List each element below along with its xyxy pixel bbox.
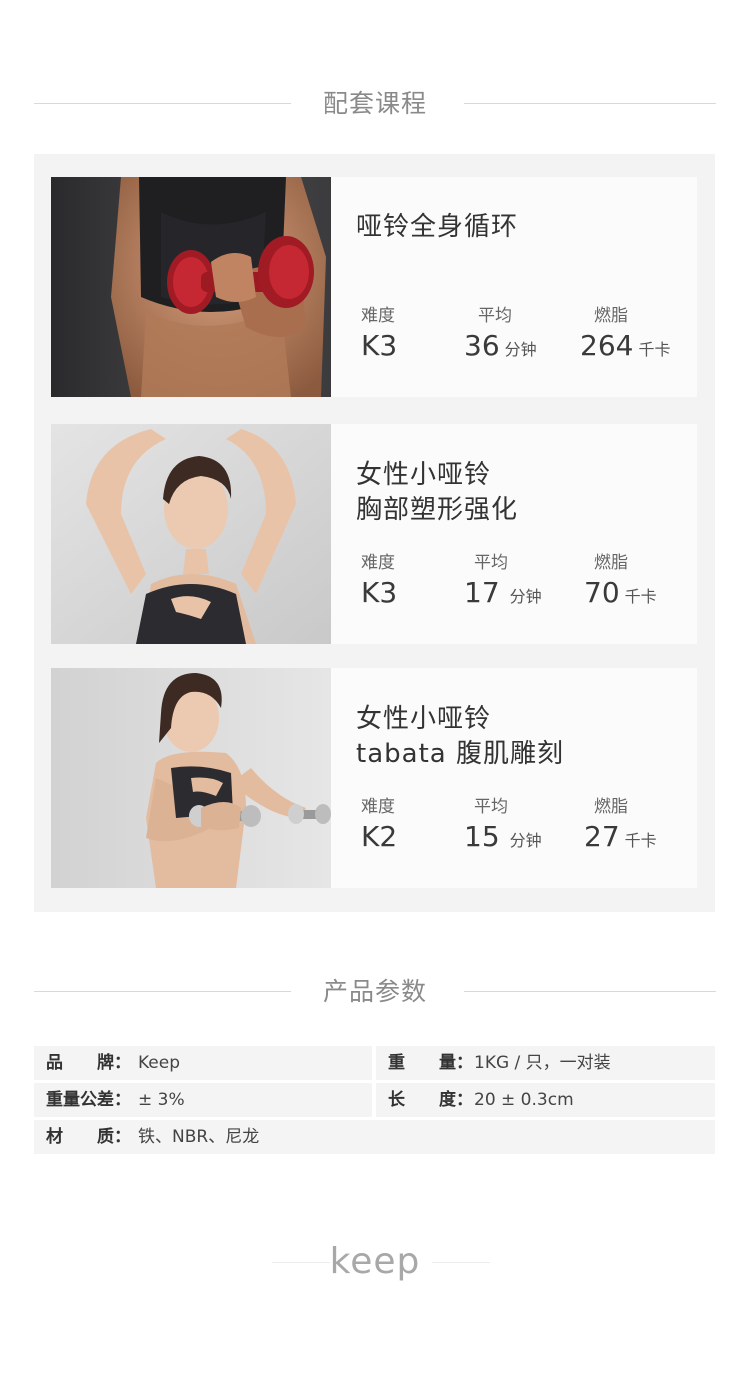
calories-label: 燃脂 (594, 306, 628, 326)
difficulty-stat: 难度 K2 (361, 796, 397, 854)
difficulty-value: K3 (361, 329, 398, 362)
duration-unit: 分钟 (504, 340, 537, 359)
calories-label: 燃脂 (594, 797, 628, 817)
duration-stat: 平均 15 分钟 (464, 796, 542, 858)
average-label: 平均 (474, 553, 508, 573)
course-photo-chest (51, 424, 331, 644)
calories-label: 燃脂 (594, 553, 628, 573)
param-material: 材 质： 铁、NBR、尼龙 (34, 1120, 715, 1154)
param-material-key: 材 质： (46, 1127, 131, 1147)
course-card-full-body[interactable]: 哑铃全身循环 难度 K3 平均 36 分钟 燃脂 264 千卡 (51, 177, 697, 397)
difficulty-value: K3 (361, 576, 398, 609)
duration-stat: 平均 17 分钟 (464, 552, 542, 614)
param-length: 长 度： 20 ± 0.3cm (376, 1083, 715, 1117)
param-weight: 重 量： 1KG / 只，一对装 (376, 1046, 715, 1080)
param-weight-key: 重 量： (388, 1053, 473, 1073)
difficulty-label: 难度 (361, 553, 395, 573)
params-section-header: 产品参数 (0, 972, 750, 1012)
course-card-chest[interactable]: 女性小哑铃 胸部塑形强化 难度 K3 平均 17 分钟 燃脂 70 千卡 (51, 424, 697, 644)
difficulty-label: 难度 (361, 797, 395, 817)
keep-logo-text: keep (329, 1241, 421, 1282)
difficulty-stat: 难度 K3 (361, 552, 397, 610)
duration-value: 17 (464, 576, 500, 609)
course-list: 哑铃全身循环 难度 K3 平均 36 分钟 燃脂 264 千卡 女性小哑铃 胸部… (34, 154, 715, 912)
courses-section-title: 配套课程 (322, 89, 427, 118)
course-title: 哑铃全身循环 (356, 212, 519, 242)
course-info: 女性小哑铃 tabata 腹肌雕刻 难度 K2 平均 15 分钟 燃脂 27 千卡 (356, 668, 697, 888)
course-title-line2: 胸部塑形强化 (356, 495, 519, 525)
params-section-title: 产品参数 (322, 977, 427, 1006)
difficulty-value: K2 (361, 820, 398, 853)
divider-right (464, 103, 716, 104)
param-tolerance-value: ± 3% (138, 1090, 185, 1110)
calories-stat: 燃脂 70 千卡 (584, 552, 657, 614)
course-card-abs[interactable]: 女性小哑铃 tabata 腹肌雕刻 难度 K2 平均 15 分钟 燃脂 27 千卡 (51, 668, 697, 888)
course-info: 女性小哑铃 胸部塑形强化 难度 K3 平均 17 分钟 燃脂 70 千卡 (356, 424, 697, 644)
calories-stat: 燃脂 264 千卡 (580, 305, 670, 367)
duration-value: 15 (464, 820, 500, 853)
param-tolerance: 重量公差： ± 3% (34, 1083, 372, 1117)
difficulty-label: 难度 (361, 306, 395, 326)
logo-divider-right (432, 1262, 490, 1263)
average-label: 平均 (474, 797, 508, 817)
param-material-value: 铁、NBR、尼龙 (138, 1127, 260, 1147)
duration-value: 36 (464, 329, 500, 362)
course-photo-abs (51, 668, 331, 888)
average-label: 平均 (478, 306, 512, 326)
course-info: 哑铃全身循环 难度 K3 平均 36 分钟 燃脂 264 千卡 (356, 177, 697, 397)
param-brand-value: Keep (138, 1053, 181, 1073)
course-photo-full-body (51, 177, 331, 397)
param-brand-key: 品 牌： (46, 1053, 131, 1073)
param-brand: 品 牌： Keep (34, 1046, 372, 1080)
courses-section-header: 配套课程 (0, 84, 750, 124)
calories-unit: 千卡 (624, 831, 657, 850)
param-weight-value: 1KG / 只，一对装 (474, 1053, 611, 1073)
keep-logo: keep (0, 1242, 750, 1282)
calories-value: 70 (584, 576, 620, 609)
calories-value: 27 (584, 820, 620, 853)
course-title-line1: 女性小哑铃 (356, 704, 492, 734)
duration-unit: 分钟 (509, 831, 542, 850)
param-tolerance-key: 重量公差： (46, 1090, 131, 1110)
duration-stat: 平均 36 分钟 (464, 305, 537, 367)
calories-unit: 千卡 (624, 587, 657, 606)
course-title-line1: 女性小哑铃 (356, 460, 492, 490)
param-length-key: 长 度： (388, 1090, 473, 1110)
param-length-value: 20 ± 0.3cm (474, 1090, 574, 1110)
calories-value: 264 (580, 329, 634, 362)
divider-right (464, 991, 716, 992)
calories-stat: 燃脂 27 千卡 (584, 796, 657, 858)
difficulty-stat: 难度 K3 (361, 305, 397, 363)
course-title-line2: tabata 腹肌雕刻 (356, 739, 564, 769)
calories-unit: 千卡 (638, 340, 671, 359)
duration-unit: 分钟 (509, 587, 542, 606)
